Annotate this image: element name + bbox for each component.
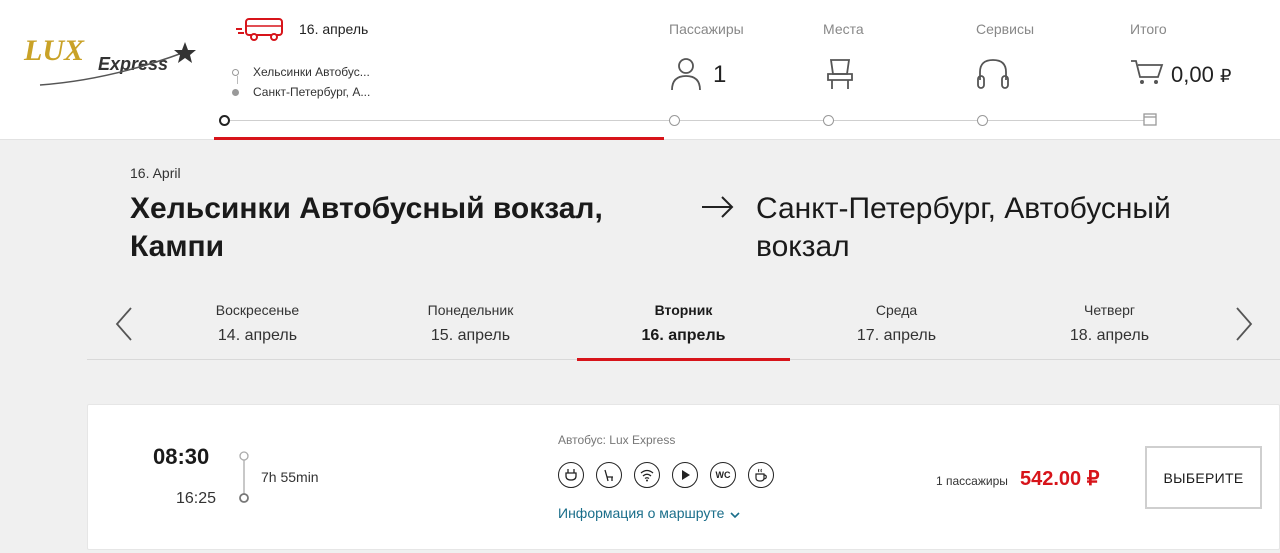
booking-header: LUX Express 16. апрель Хельсинки Автобус… <box>0 0 1280 140</box>
progress-step-services[interactable] <box>977 115 988 126</box>
destination-dot-icon <box>232 88 239 96</box>
step-seats-label[interactable]: Места <box>823 21 864 37</box>
seat-recline-icon <box>596 462 622 488</box>
arrival-time: 16:25 <box>176 490 217 507</box>
route-summary: Хельсинки Автобус... Санкт-Петербург, А.… <box>232 62 370 102</box>
coffee-icon <box>748 462 774 488</box>
passenger-count-label: 1 пассажиры <box>936 474 1008 488</box>
date-tab[interactable]: Среда 17. апрель <box>790 290 1003 360</box>
calendar-icon[interactable] <box>1143 112 1157 126</box>
date-tab[interactable]: Четверг 18. апрель <box>1003 290 1216 360</box>
seat-icon[interactable] <box>826 56 854 97</box>
wifi-icon <box>634 462 660 488</box>
step-services-label[interactable]: Сервисы <box>976 21 1034 37</box>
person-icon[interactable] <box>670 56 702 97</box>
lux-express-logo[interactable]: LUX Express <box>20 30 200 100</box>
trip-price: 542.00 ₽ <box>1020 468 1100 490</box>
wc-icon: WC <box>710 462 736 488</box>
progress-track <box>224 120 1144 121</box>
route-origin-title: Хельсинки Автобусный вокзал, Кампи <box>130 192 603 263</box>
route-info-link[interactable]: Информация о маршруте <box>558 505 740 522</box>
date-tab[interactable]: Понедельник 15. апрель <box>364 290 577 360</box>
play-icon <box>672 462 698 488</box>
headphones-icon[interactable] <box>976 56 1010 97</box>
bus-icon <box>236 17 286 43</box>
cart-icon[interactable] <box>1130 58 1164 91</box>
step-passengers-label[interactable]: Пассажиры <box>669 21 744 37</box>
timeline-icon <box>239 451 249 503</box>
svg-text:LUX: LUX <box>23 34 85 67</box>
passengers-count: 1 <box>713 61 727 88</box>
prev-date-chevron-icon[interactable] <box>111 304 141 344</box>
trip-duration: 7h 55min <box>261 469 319 485</box>
date-tab[interactable]: Воскресенье 14. апрель <box>151 290 364 360</box>
chevron-down-icon <box>730 506 740 522</box>
trip-date: 16. апрель <box>299 21 369 37</box>
svg-text:Express: Express <box>98 54 168 74</box>
progress-step-passengers[interactable] <box>669 115 680 126</box>
date-tabs: Воскресенье 14. апрель Понедельник 15. апр… <box>87 290 1280 361</box>
bus-operator: Автобус: Lux Express <box>558 433 676 447</box>
departure-time: 08:30 <box>153 444 210 469</box>
select-trip-button[interactable]: ВЫБЕРИТЕ <box>1145 446 1262 509</box>
progress-step-route[interactable] <box>219 115 230 126</box>
total-amount: 0,00 ₽ <box>1171 62 1232 87</box>
power-outlet-icon <box>558 462 584 488</box>
route-to-short: Санкт-Петербург, А... <box>253 85 371 99</box>
progress-active-indicator <box>214 137 664 140</box>
next-date-chevron-icon[interactable] <box>1227 304 1257 344</box>
route-date: 16. April <box>130 165 181 181</box>
trip-card[interactable]: 08:30 16:25 7h 55min Автобус: Lux Expres… <box>87 404 1280 550</box>
date-tab-active[interactable]: Вторник 16. апрель <box>577 290 790 361</box>
progress-step-seats[interactable] <box>823 115 834 126</box>
origin-dot-icon <box>232 68 239 76</box>
step-total-label[interactable]: Итого <box>1130 21 1167 37</box>
route-from-short: Хельсинки Автобус... <box>253 65 370 79</box>
route-destination-title: Санкт-Петербург, Автобусный вокзал <box>756 192 1171 263</box>
amenities: WC <box>558 462 786 488</box>
arrow-right-icon <box>700 192 736 222</box>
